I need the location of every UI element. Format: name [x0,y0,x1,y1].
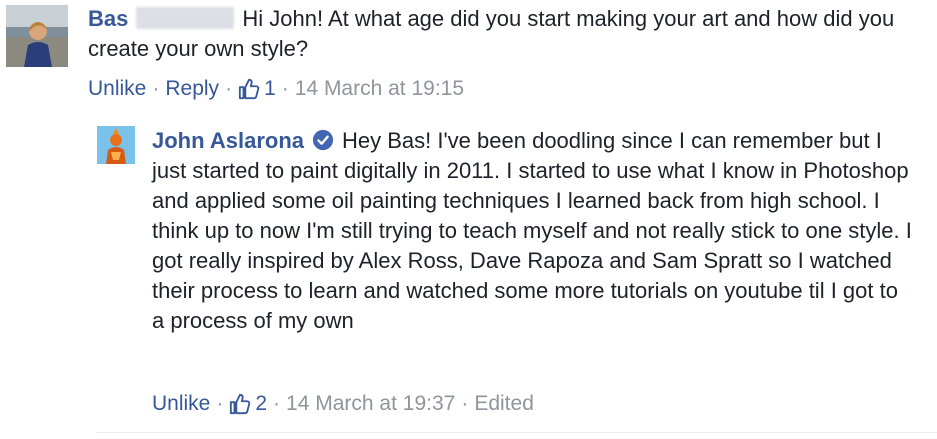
comment-actions: Unlike · Reply · 1 · 14 March at 19:15 [88,76,464,102]
comment-author[interactable]: Bas [88,6,128,31]
separator-dot: · [216,392,224,415]
reply-actions: Unlike · 2 · 14 March at 19:37 · Edited [152,391,534,417]
avatar[interactable] [6,5,68,67]
separator-dot: · [225,77,233,100]
separator-dot: · [273,392,281,415]
thumbs-up-icon [238,78,260,100]
reply-text: Hey Bas! I've been doodling since I can … [152,128,912,333]
reply-author[interactable]: John Aslarona [152,128,304,153]
separator-dot: · [461,392,469,415]
reply-avatar[interactable] [97,126,135,164]
comment-body: Bas Hi John! At what age did you start ma… [88,4,908,64]
timestamp[interactable]: 14 March at 19:15 [295,76,464,102]
thumbs-up-icon [230,393,251,415]
separator-dot: · [152,77,160,100]
edited-label[interactable]: Edited [474,391,534,417]
reply-timestamp[interactable]: 14 March at 19:37 [286,391,455,417]
unlike-button[interactable]: Unlike [88,76,146,102]
verified-badge-icon [312,129,334,151]
like-count[interactable]: 1 [238,76,276,102]
reply-like-count-value: 2 [255,392,268,415]
comment: Bas Hi John! At what age did you start ma… [0,0,937,110]
divider [97,432,937,433]
reply: John Aslarona Hey Bas! I've been doodling… [0,118,937,439]
separator-dot: · [281,77,289,100]
reply-unlike-button[interactable]: Unlike [152,391,210,417]
like-count-value: 1 [264,77,276,100]
reply-button[interactable]: Reply [165,76,219,102]
avatar-photo [6,5,68,67]
reply-avatar-photo [97,126,135,164]
redacted-surname [136,7,235,29]
reply-like-count[interactable]: 2 [229,391,267,417]
reply-body: John Aslarona Hey Bas! I've been doodling… [152,126,912,336]
